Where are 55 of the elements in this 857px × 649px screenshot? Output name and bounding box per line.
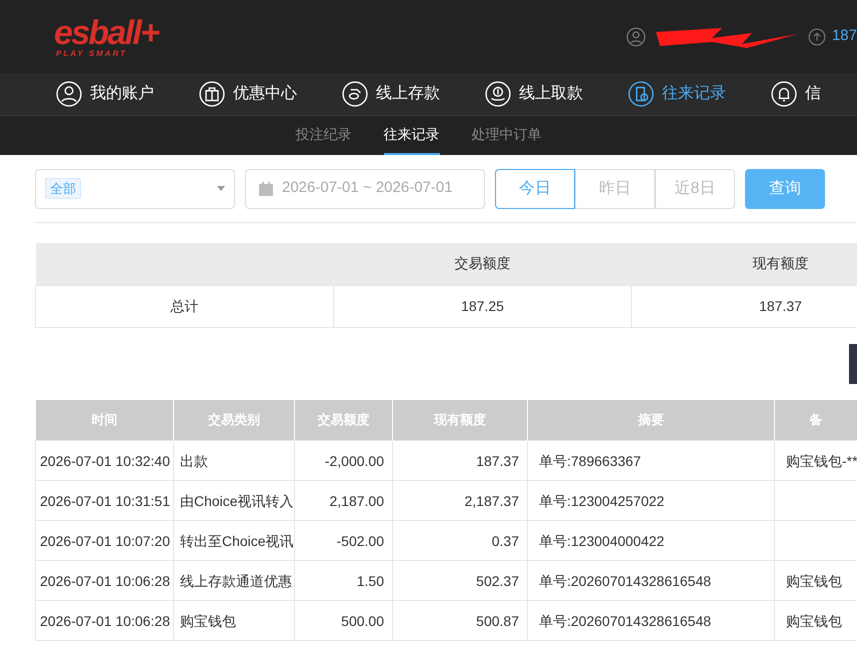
balance-text: 187 — [832, 26, 857, 46]
table-cell: 187.37 — [632, 285, 857, 327]
nav-tab[interactable]: 线上存款 — [342, 81, 485, 107]
table-cell: 单号:202607014328616548 — [528, 600, 774, 640]
table-cell: 2026-07-01 10:06:28 — [36, 600, 174, 640]
nav-tab[interactable]: 往来记录 — [628, 81, 771, 107]
gift-icon — [199, 81, 225, 107]
sub-tab[interactable]: 投注纪录 — [296, 116, 352, 155]
table-cell: -502.00 — [294, 520, 392, 560]
table-cell: 187.37 — [392, 440, 528, 480]
user-icon — [626, 26, 646, 46]
quick-date-button[interactable]: 今日 — [495, 168, 575, 208]
table-cell: 0.37 — [392, 520, 528, 560]
table-cell: 转出至Choice视讯 — [174, 520, 294, 560]
nav-tab[interactable]: 线上取款 — [485, 81, 628, 107]
table-cell: 502.37 — [392, 560, 528, 600]
table-cell: 总计 — [36, 285, 334, 327]
column-header: 交易额度 — [334, 243, 632, 285]
caret-icon — [217, 186, 225, 191]
table-cell: 500.87 — [392, 600, 528, 640]
table-cell: 由Choice视讯转入 — [174, 480, 294, 520]
table-cell: 2026-07-01 10:31:51 — [36, 480, 174, 520]
table-cell: 1.50 — [294, 560, 392, 600]
nav-tab[interactable]: 信 — [771, 81, 857, 107]
table-cell: 购宝钱包-** — [774, 440, 857, 480]
type-tag: 全部 — [45, 178, 81, 200]
table-cell: 单号:123004257022 — [528, 480, 774, 520]
table-cell: 单号:202607014328616548 — [528, 560, 774, 600]
table-cell: 2026-07-01 10:32:40 — [36, 440, 174, 480]
upload-icon — [808, 28, 826, 46]
type-select[interactable]: 全部 — [35, 168, 235, 208]
sub-tab[interactable]: 处理中订单 — [472, 116, 542, 155]
table-cell: 单号:123004000422 — [528, 520, 774, 560]
table-cell: 187.25 — [334, 285, 632, 327]
bell-icon — [771, 81, 797, 107]
nav-tab[interactable]: 优惠中心 — [199, 81, 342, 107]
nav-tab[interactable]: 我的账户 — [56, 81, 199, 107]
side-tab[interactable] — [849, 344, 857, 384]
logo[interactable]: esball+ PLAY SMART — [54, 16, 158, 58]
table-cell: 单号:789663367 — [528, 440, 774, 480]
user-icon — [56, 81, 82, 107]
table-cell: 出款 — [174, 440, 294, 480]
table-cell: 线上存款通道优惠 — [174, 560, 294, 600]
table-cell: 购宝钱包 — [174, 600, 294, 640]
table-cell: 2,187.00 — [294, 480, 392, 520]
table-cell: 2,187.37 — [392, 480, 528, 520]
table-cell: 2026-07-01 10:07:20 — [36, 520, 174, 560]
sub-tab[interactable]: 往来记录 — [384, 116, 440, 155]
date-range-field[interactable]: 2026-07-01 ~ 2026-07-01 — [245, 168, 485, 208]
query-button[interactable]: 查询 — [745, 168, 825, 208]
column-header: 现有额度 — [632, 243, 857, 285]
table-cell: 500.00 — [294, 600, 392, 640]
table-cell: -2,000.00 — [294, 440, 392, 480]
table-cell: 2026-07-01 10:06:28 — [36, 560, 174, 600]
calendar-icon — [258, 180, 274, 196]
